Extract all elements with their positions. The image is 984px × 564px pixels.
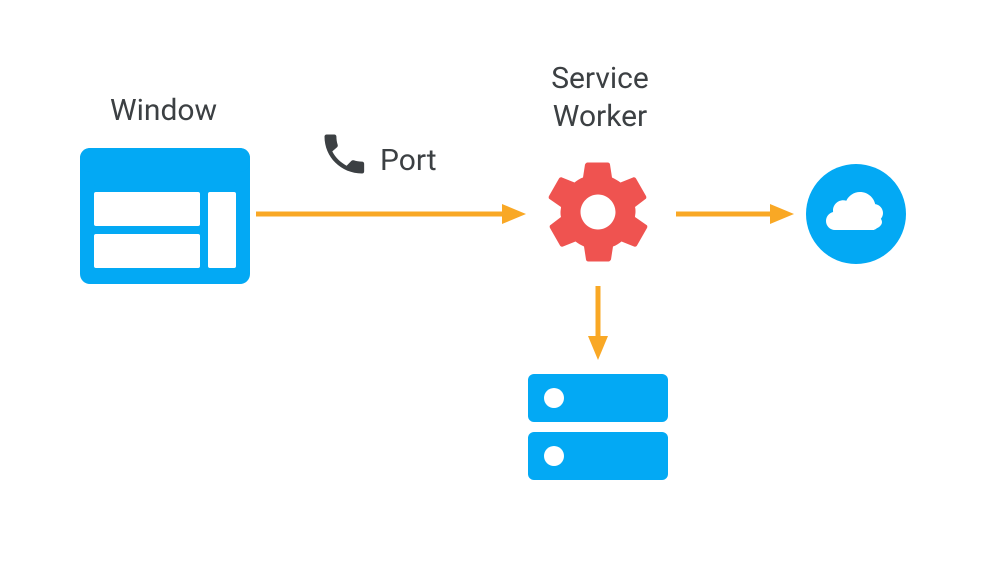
- window-label: Window: [110, 92, 217, 130]
- service-worker-label-line2: Worker: [553, 99, 647, 134]
- browser-window-icon: [80, 148, 250, 288]
- port-label: Port: [380, 142, 437, 180]
- service-worker-label: Service Worker: [530, 60, 670, 135]
- server-icon: [528, 374, 668, 488]
- arrow-service-worker-to-network: [676, 204, 794, 228]
- phone-icon: [318, 128, 370, 184]
- gear-icon: [538, 152, 658, 276]
- arrow-service-worker-to-cache: [588, 286, 608, 364]
- cloud-icon: [806, 164, 906, 268]
- service-worker-label-line1: Service: [551, 61, 649, 96]
- arrow-window-to-service-worker: [256, 204, 526, 228]
